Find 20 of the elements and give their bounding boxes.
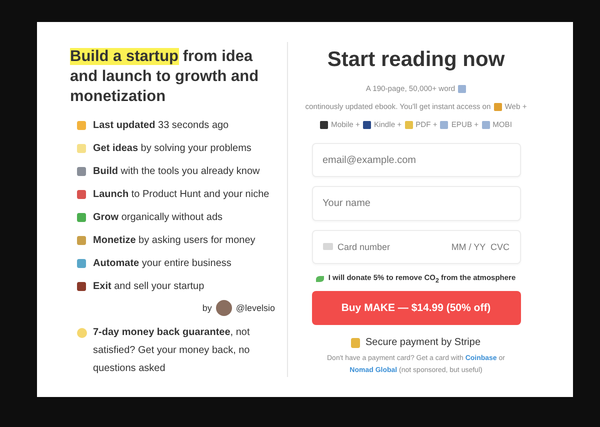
feature-text: Automate your entire business (93, 258, 232, 268)
feature-text: Grow organically without ads (93, 212, 223, 222)
feature-text: Monetize by asking users for money (93, 234, 256, 246)
email-field[interactable]: email@example.com (312, 143, 520, 178)
feature-text: Last updated 33 seconds ago (93, 120, 229, 130)
leaf-icon (316, 276, 324, 282)
feature-text: Exit and sell your startup (93, 280, 204, 292)
feature-text: Get ideas by solving your problems (93, 142, 252, 154)
buy-button[interactable]: Buy MAKE — $14.99 (50% off) (312, 290, 520, 325)
secure-payment-text: Secure payment by Stripe (365, 337, 481, 348)
byline-text: by (202, 303, 212, 313)
author-handle: @levelsio (236, 303, 275, 313)
feature-text: Build with the tools you already know (93, 166, 260, 176)
name-field[interactable]: Your name (312, 186, 520, 221)
headline: Build a startup from idea and launch to growth and monetization (70, 47, 260, 107)
avatar-icon (216, 300, 232, 316)
form-title: Start reading now (327, 48, 505, 72)
guarantee-text: 7-day money back guarantee, not satisfied? Get your money back, no questions asked (93, 326, 251, 376)
feature-text: Launch to Product Hunt and your niche (93, 188, 270, 200)
card-field[interactable]: Card number MM / YY CVC (312, 230, 520, 264)
